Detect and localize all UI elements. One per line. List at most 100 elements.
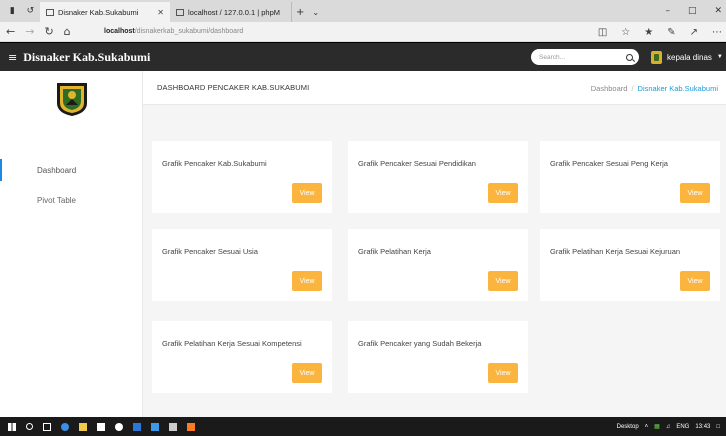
edge-icon[interactable] <box>61 422 69 431</box>
card-title: Grafik Pencaker Sesuai Usia <box>162 247 258 256</box>
breadcrumb: Dashboard / Disnaker Kab.Sukabumi <box>591 84 718 93</box>
url-path: /disnakerkab_sukabumi/dashboard <box>134 28 244 35</box>
reading-view-icon[interactable]: ◫ <box>598 27 607 38</box>
card-grafik-peng-kerja: Grafik Pencaker Sesuai Peng Kerja View <box>540 141 720 213</box>
card-title: Grafik Pencaker Sesuai Pendidikan <box>358 159 476 168</box>
network-icon[interactable]: ▦ <box>654 423 660 430</box>
search-box <box>531 49 639 65</box>
view-button[interactable]: View <box>488 183 518 203</box>
vscode-icon[interactable] <box>151 422 159 431</box>
url-field[interactable]: localhost/disnakerkab_sukabumi/dashboard <box>104 28 243 35</box>
address-bar: ← → ↻ ⌂ localhost/disnakerkab_sukabumi/d… <box>0 22 726 42</box>
search-circle-icon[interactable] <box>26 423 33 430</box>
tab-close-icon[interactable]: ✕ <box>157 8 164 17</box>
breadcrumb-dashboard[interactable]: Dashboard <box>591 84 628 93</box>
tab-label: localhost / 127.0.0.1 | phpM <box>188 7 281 17</box>
sidebar-item-dashboard[interactable]: Dashboard <box>0 159 142 181</box>
desktop-label[interactable]: Desktop <box>617 424 639 430</box>
task-view-icon[interactable] <box>43 422 51 431</box>
search-icon[interactable] <box>626 53 633 61</box>
page-title: DASHBOARD PENCAKER KAB.SUKABUMI <box>157 83 310 92</box>
favorites-hub-icon[interactable]: ★ <box>644 27 653 38</box>
card-grafik-sudah-bekerja: Grafik Pencaker yang Sudah Bekerja View <box>348 321 528 393</box>
view-button[interactable]: View <box>488 363 518 383</box>
view-button[interactable]: View <box>680 271 710 291</box>
user-avatar-logo <box>651 50 662 64</box>
tab-disnaker[interactable]: Disnaker Kab.Sukabumi ✕ <box>40 2 170 22</box>
sidebar-item-label: Dashboard <box>37 165 77 175</box>
brand-title: Disnaker Kab.Sukabumi <box>23 49 151 64</box>
card-title: Grafik Pelatihan Kerja Sesuai Kompetensi <box>162 339 302 348</box>
content-header: DASHBOARD PENCAKER KAB.SUKABUMI Dashboar… <box>143 71 726 105</box>
tray-chevron-icon[interactable]: ˄ <box>645 424 649 430</box>
chrome-icon[interactable] <box>115 422 123 431</box>
windows-start-icon[interactable] <box>8 422 16 431</box>
search-input[interactable] <box>539 53 609 61</box>
tab-phpmyadmin[interactable]: localhost / 127.0.0.1 | phpM <box>170 2 292 22</box>
tab-list-chevron-icon[interactable]: ⌄ <box>312 8 319 17</box>
tab-label: Disnaker Kab.Sukabumi <box>58 7 139 17</box>
user-name: kepala dinas <box>667 52 712 62</box>
maximize-icon[interactable]: □ <box>688 6 697 16</box>
page-icon <box>46 8 54 16</box>
set-aside-tabs-icon[interactable]: ↺ <box>27 6 35 16</box>
card-grafik-pendidikan: Grafik Pencaker Sesuai Pendidikan View <box>348 141 528 213</box>
breadcrumb-separator: / <box>631 84 634 93</box>
card-grafik-kejuruan: Grafik Pelatihan Kerja Sesuai Kejuruan V… <box>540 229 720 301</box>
store-icon[interactable] <box>97 422 105 431</box>
card-title: Grafik Pelatihan Kerja Sesuai Kejuruan <box>550 247 681 256</box>
view-button[interactable]: View <box>292 271 322 291</box>
notification-icon[interactable]: □ <box>716 424 720 430</box>
taskbar-apps <box>0 422 195 431</box>
sidebar: Dashboard Pivot Table <box>0 71 143 417</box>
minimize-icon[interactable]: – <box>665 6 670 16</box>
card-title: Grafik Pelatihan Kerja <box>358 247 431 256</box>
close-window-icon[interactable]: ✕ <box>714 6 722 16</box>
card-grafik-pelatihan: Grafik Pelatihan Kerja View <box>348 229 528 301</box>
card-grafik-usia: Grafik Pencaker Sesuai Usia View <box>152 229 332 301</box>
card-title: Grafik Pencaker Sesuai Peng Kerja <box>550 159 668 168</box>
language[interactable]: ENG <box>676 424 689 430</box>
app-icon[interactable] <box>169 422 177 431</box>
menu-hamburger-icon[interactable]: ≡ <box>8 51 17 64</box>
nav-buttons: ← → ↻ ⌂ <box>0 25 104 38</box>
tab-system-buttons: ▮ ↺ <box>0 0 40 22</box>
volume-icon[interactable]: ♫ <box>666 424 671 430</box>
file-explorer-icon[interactable] <box>79 422 87 431</box>
refresh-icon[interactable]: ↻ <box>44 25 53 38</box>
outlook-icon[interactable] <box>133 422 141 431</box>
view-button[interactable]: View <box>680 183 710 203</box>
chevron-down-icon: ▼ <box>716 54 723 60</box>
user-menu[interactable]: kepala dinas ▼ <box>651 49 723 65</box>
card-grafik-kompetensi: Grafik Pelatihan Kerja Sesuai Kompetensi… <box>152 321 332 393</box>
page-icon <box>176 8 184 16</box>
new-tab-plus-icon[interactable]: + <box>296 7 304 18</box>
pen-icon[interactable]: ✎ <box>667 27 675 38</box>
breadcrumb-current[interactable]: Disnaker Kab.Sukabumi <box>638 84 718 93</box>
card-title: Grafik Pencaker yang Sudah Bekerja <box>358 339 482 348</box>
view-button[interactable]: View <box>488 271 518 291</box>
share-icon[interactable]: ↗ <box>690 27 698 38</box>
view-button[interactable]: View <box>292 363 322 383</box>
card-title: Grafik Pencaker Kab.Sukabumi <box>162 159 267 168</box>
clock[interactable]: 13:43 <box>695 424 710 430</box>
app-navbar: ≡ Disnaker Kab.Sukabumi kepala dinas ▼ <box>0 43 726 71</box>
url-host: localhost <box>104 28 135 35</box>
browser-tab-bar: ▮ ↺ Disnaker Kab.Sukabumi ✕ localhost / … <box>0 0 726 22</box>
sidebar-item-pivot-table[interactable]: Pivot Table <box>0 189 142 211</box>
sukabumi-emblem-logo <box>57 83 87 116</box>
more-icon[interactable]: ⋯ <box>712 27 722 38</box>
brand[interactable]: ≡ Disnaker Kab.Sukabumi <box>0 50 150 65</box>
windows-taskbar: Desktop ˄ ▦ ♫ ENG 13:43 □ <box>0 417 726 436</box>
favorite-star-icon[interactable]: ☆ <box>621 27 630 38</box>
view-button[interactable]: View <box>292 183 322 203</box>
window-controls: – □ ✕ <box>665 0 722 22</box>
tab-actions-icon[interactable]: ▮ <box>10 6 15 16</box>
home-icon[interactable]: ⌂ <box>64 25 71 38</box>
tab-new-area: + ⌄ <box>292 2 332 22</box>
page-body: Dashboard Pivot Table DASHBOARD PENCAKER… <box>0 71 726 417</box>
xampp-icon[interactable] <box>187 422 195 431</box>
back-arrow-icon[interactable]: ← <box>6 25 15 38</box>
forward-arrow-icon[interactable]: → <box>25 25 34 38</box>
system-tray: Desktop ˄ ▦ ♫ ENG 13:43 □ <box>617 417 720 436</box>
